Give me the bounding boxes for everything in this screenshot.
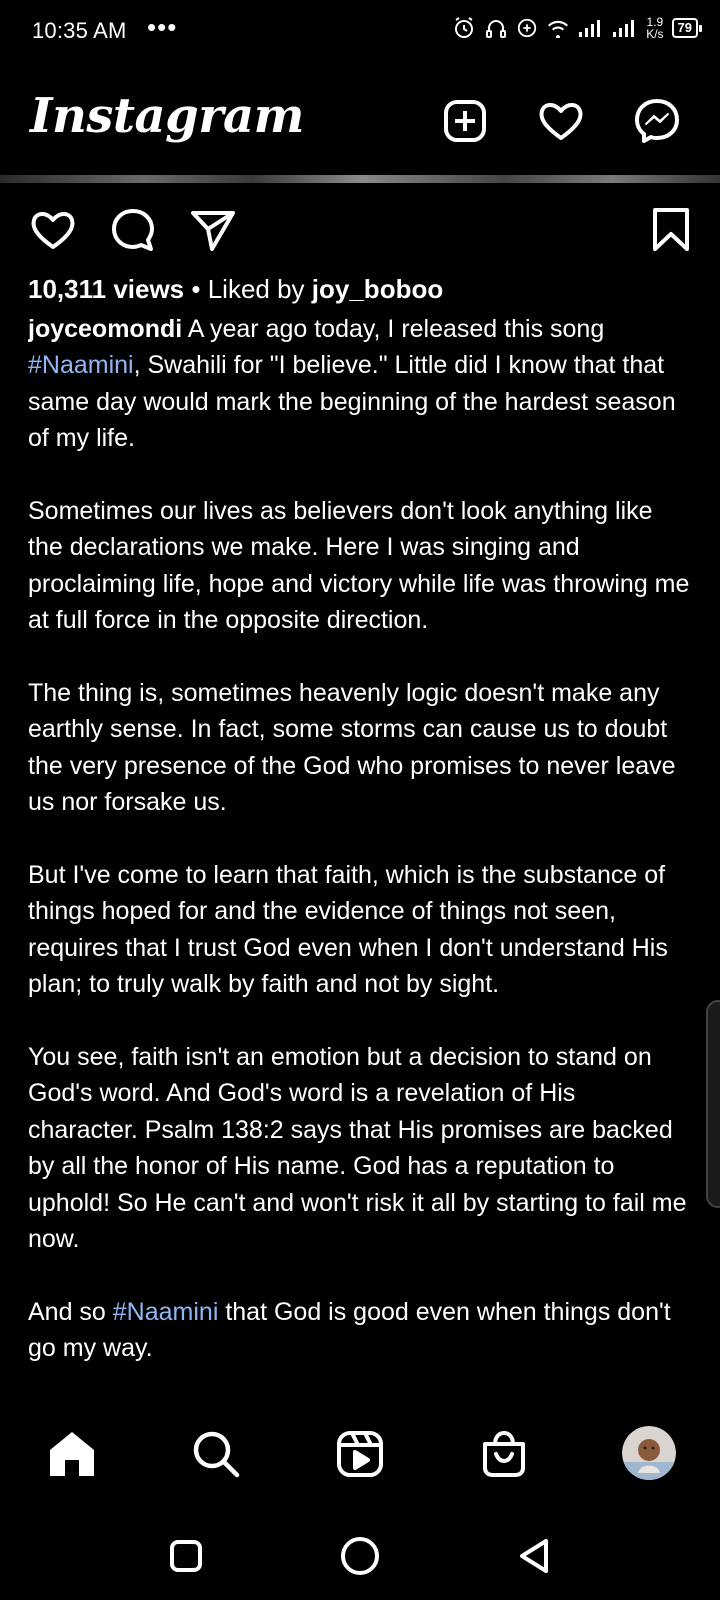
reels-icon[interactable] xyxy=(334,1428,386,1480)
search-icon[interactable] xyxy=(190,1428,242,1480)
wifi-icon xyxy=(546,18,570,38)
data-saver-icon xyxy=(516,17,538,39)
shop-icon[interactable] xyxy=(478,1428,530,1480)
caption-paragraph: Sometimes our lives as believers don't l… xyxy=(28,497,690,635)
network-speed: 1.9 K/s xyxy=(646,16,663,40)
caption-username[interactable]: joyceomondi xyxy=(28,315,182,343)
recents-icon[interactable] xyxy=(164,1534,208,1578)
caption-text: A year ago today, I released this song xyxy=(182,315,605,343)
views-count[interactable]: 10,311 views xyxy=(28,274,184,304)
alarm-icon xyxy=(452,16,476,40)
home-circle-icon[interactable] xyxy=(338,1534,382,1578)
share-icon[interactable] xyxy=(188,205,238,255)
post-media-edge[interactable] xyxy=(0,175,720,183)
status-time: 10:35 AM xyxy=(32,18,127,43)
signal-icon xyxy=(578,18,604,38)
liked-by-user[interactable]: joy_boboo xyxy=(312,274,443,304)
comment-icon[interactable] xyxy=(108,205,158,255)
post-actions xyxy=(0,200,720,260)
messenger-icon[interactable] xyxy=(632,96,682,146)
status-overflow-dots: ••• xyxy=(147,12,178,42)
views-liked-line: 10,311 views • Liked by joy_boboo xyxy=(28,274,443,305)
hashtag-link[interactable]: #Naamini xyxy=(113,1298,219,1326)
scrollbar-thumb[interactable] xyxy=(706,1000,720,1208)
caption-text: And so xyxy=(28,1297,113,1326)
liked-by-prefix: Liked by xyxy=(207,274,312,304)
status-bar: 10:35 AM ••• 1.9 K/s 79 xyxy=(0,0,720,64)
status-icons: 1.9 K/s 79 xyxy=(452,16,703,40)
bottom-navigation xyxy=(0,1412,720,1516)
home-icon[interactable] xyxy=(46,1428,98,1480)
headset-icon xyxy=(484,16,508,40)
caption-paragraph: The thing is, sometimes heavenly logic d… xyxy=(28,679,676,817)
system-navigation xyxy=(0,1516,720,1600)
battery-level: 79 xyxy=(671,18,703,38)
network-speed-unit: K/s xyxy=(646,27,664,41)
like-heart-icon[interactable] xyxy=(28,205,78,255)
caption-paragraph: And so #Naamini that God is good even wh… xyxy=(28,1294,692,1367)
post-caption: joyceomondi A year ago today, I released… xyxy=(28,311,692,1413)
caption-paragraph: You see, faith isn't an emotion but a de… xyxy=(28,1043,687,1254)
instagram-logo[interactable]: Instagram xyxy=(30,88,304,144)
profile-avatar[interactable] xyxy=(622,1426,676,1480)
new-post-icon[interactable] xyxy=(440,96,490,146)
save-bookmark-icon[interactable] xyxy=(646,205,696,255)
hashtag-link[interactable]: #Naamini xyxy=(28,351,134,379)
app-header: Instagram xyxy=(0,78,720,168)
caption-paragraph: joyceomondi A year ago today, I released… xyxy=(28,311,692,457)
caption-paragraph: But I've come to learn that faith, which… xyxy=(28,861,668,999)
back-icon[interactable] xyxy=(512,1534,556,1578)
signal-icon xyxy=(612,18,638,38)
heart-icon[interactable] xyxy=(536,96,586,146)
separator: • xyxy=(184,274,208,304)
